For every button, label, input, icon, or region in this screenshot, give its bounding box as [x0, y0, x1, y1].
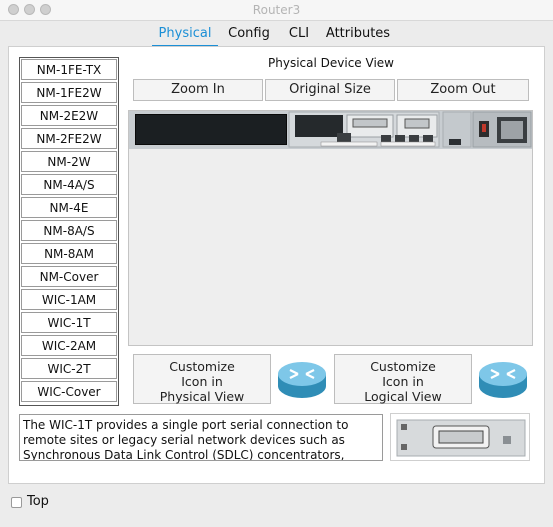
router-physical-icon [278, 362, 326, 398]
module-item[interactable]: WIC-2AM [21, 335, 117, 356]
original-size-button[interactable]: Original Size [265, 79, 395, 101]
router-front-panel-graphic [288, 111, 532, 148]
router-chassis [129, 111, 532, 149]
module-item[interactable]: WIC-1AM [21, 289, 117, 310]
wic-1t-card-graphic [396, 419, 526, 457]
module-item[interactable]: WIC-Cover [21, 381, 117, 402]
window-title: Router3 [252, 3, 301, 17]
module-item[interactable]: NM-8AM [21, 243, 117, 264]
module-item[interactable]: NM-2FE2W [21, 128, 117, 149]
zoom-out-button[interactable]: Zoom Out [397, 79, 529, 101]
module-list: NM-1FE-TX NM-1FE2W NM-2E2W NM-2FE2W NM-2… [19, 57, 119, 406]
module-item[interactable]: NM-8A/S [21, 220, 117, 241]
tab-config[interactable]: Config [223, 23, 275, 45]
customize-physical-view-button[interactable]: Customize Icon in Physical View [133, 354, 271, 404]
module-item[interactable]: NM-1FE-TX [21, 59, 117, 80]
tab-attributes[interactable]: Attributes [322, 23, 394, 45]
module-item[interactable]: WIC-2T [21, 358, 117, 379]
physical-device-view-heading: Physical Device View [268, 56, 394, 70]
module-item[interactable]: NM-1FE2W [21, 82, 117, 103]
customize-logical-line2: Icon in [382, 374, 424, 389]
tab-cli[interactable]: CLI [281, 23, 317, 45]
tab-physical[interactable]: Physical [152, 23, 218, 48]
customize-logical-view-button[interactable]: Customize Icon in Logical View [334, 354, 472, 404]
title-bar: Router3 [0, 0, 553, 21]
customize-logical-line1: Customize [370, 359, 436, 374]
zoom-in-button[interactable]: Zoom In [133, 79, 263, 101]
module-item[interactable]: NM-2W [21, 151, 117, 172]
module-image [390, 413, 530, 461]
top-checkbox-label: Top [27, 494, 49, 509]
top-checkbox[interactable] [11, 497, 22, 508]
customize-physical-line2: Icon in [181, 374, 223, 389]
customize-logical-line3: Logical View [364, 389, 442, 404]
module-item[interactable]: NM-4E [21, 197, 117, 218]
tab-bar: Physical Config CLI Attributes [0, 23, 553, 48]
customize-physical-line3: Physical View [159, 389, 245, 404]
router-logical-icon [479, 362, 527, 398]
module-item[interactable]: WIC-1T [21, 312, 117, 333]
customize-physical-line1: Customize [169, 359, 235, 374]
device-view-canvas[interactable] [128, 110, 533, 346]
module-description: The WIC-1T provides a single port serial… [19, 414, 383, 461]
module-item[interactable]: NM-4A/S [21, 174, 117, 195]
module-item[interactable]: NM-Cover [21, 266, 117, 287]
module-item[interactable]: NM-2E2W [21, 105, 117, 126]
